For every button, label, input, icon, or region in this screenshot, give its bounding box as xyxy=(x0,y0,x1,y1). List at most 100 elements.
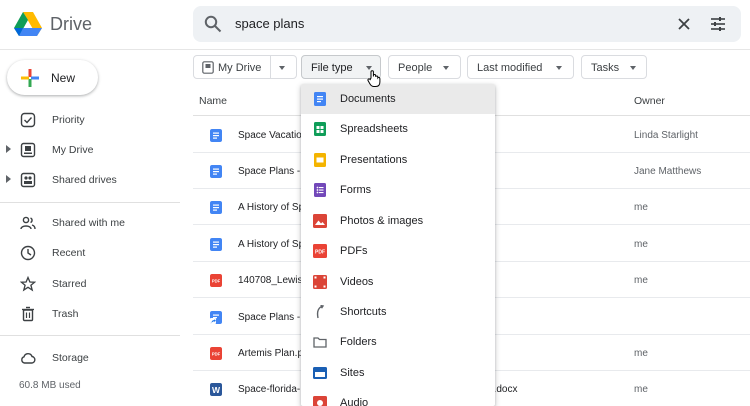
presentation-icon xyxy=(314,153,326,167)
image-icon xyxy=(313,214,327,228)
sidebar-item-storage[interactable]: Storage xyxy=(0,345,180,371)
file-owner: Jane Matthews xyxy=(634,166,702,177)
file-owner: me xyxy=(634,348,648,359)
app-title: Drive xyxy=(50,14,93,34)
storage-used-text: 60.8 MB used xyxy=(19,380,81,391)
people-filter-chip[interactable]: People xyxy=(388,55,461,79)
word-file-icon: W xyxy=(210,383,222,396)
menu-item-audio[interactable]: Audio xyxy=(301,388,495,406)
sidebar-item-label: Shared with me xyxy=(52,217,125,229)
google-doc-icon xyxy=(210,129,222,142)
menu-item-sites[interactable]: Sites xyxy=(301,358,495,388)
menu-item-shortcuts[interactable]: Shortcuts xyxy=(301,297,495,327)
tasks-filter-chip[interactable]: Tasks xyxy=(581,55,647,79)
svg-text:PDF: PDF xyxy=(212,352,221,357)
expand-caret-icon[interactable] xyxy=(6,175,11,183)
sidebar-item-trash[interactable]: Trash xyxy=(0,301,180,327)
cloud-icon xyxy=(21,353,36,364)
menu-item-pdfs[interactable]: PDF PDFs xyxy=(301,236,495,266)
google-doc-icon xyxy=(210,201,222,214)
menu-item-presentations[interactable]: Presentations xyxy=(301,145,495,175)
shared-drives-icon xyxy=(20,172,36,188)
sidebar-item-my-drive[interactable]: My Drive xyxy=(0,137,180,163)
menu-item-label: Forms xyxy=(340,184,372,196)
chevron-down-icon xyxy=(443,66,449,70)
menu-item-folders[interactable]: Folders xyxy=(301,327,495,357)
menu-item-spreadsheets[interactable]: Spreadsheets xyxy=(301,114,495,144)
chevron-down-icon[interactable] xyxy=(279,66,285,70)
tasks-filter-label: Tasks xyxy=(591,62,620,74)
sidebar-item-label: Starred xyxy=(52,278,87,290)
sidebar-item-recent[interactable]: Recent xyxy=(0,240,180,266)
menu-item-documents[interactable]: Documents xyxy=(301,84,495,114)
document-icon xyxy=(314,92,326,106)
sidebar: New Priority My Drive Shared drives Shar… xyxy=(0,50,180,406)
pdf-file-icon: PDF xyxy=(210,347,222,360)
plus-icon xyxy=(21,69,39,87)
file-name: 140708_Lewis xyxy=(238,275,303,286)
column-header-name[interactable]: Name xyxy=(199,95,227,107)
chevron-down-icon xyxy=(630,66,636,70)
menu-item-forms[interactable]: Forms xyxy=(301,175,495,205)
sidebar-divider xyxy=(0,335,180,336)
file-name: Space-florida- xyxy=(238,384,301,395)
star-icon xyxy=(20,276,36,292)
expand-caret-icon[interactable] xyxy=(6,145,11,153)
last-modified-filter-chip[interactable]: Last modified xyxy=(467,55,574,79)
sidebar-item-label: Recent xyxy=(52,247,86,259)
search-icon[interactable] xyxy=(204,15,222,33)
pdf-file-icon: PDF xyxy=(210,274,222,287)
audio-icon xyxy=(313,396,327,406)
menu-item-photos-images[interactable]: Photos & images xyxy=(301,206,495,236)
new-button-label: New xyxy=(51,71,76,85)
sidebar-item-shared-with-me[interactable]: Shared with me xyxy=(0,210,180,236)
chip-divider xyxy=(270,56,271,78)
location-filter-label: My Drive xyxy=(218,62,262,74)
folder-icon xyxy=(313,337,327,348)
sidebar-item-label: Trash xyxy=(52,308,79,320)
menu-item-label: Audio xyxy=(340,397,369,406)
last-modified-filter-label: Last modified xyxy=(477,62,543,74)
file-owner: me xyxy=(634,239,648,250)
clear-search-icon[interactable] xyxy=(676,16,692,32)
file-name: Space Plans - xyxy=(238,166,301,177)
top-bar: Drive space plans xyxy=(0,0,750,50)
menu-item-label: PDFs xyxy=(340,245,368,257)
menu-item-label: Folders xyxy=(340,336,377,348)
svg-text:PDF: PDF xyxy=(212,279,221,284)
drive-logo-icon[interactable] xyxy=(14,11,42,37)
sidebar-item-label: My Drive xyxy=(52,144,94,156)
search-input[interactable]: space plans xyxy=(235,16,304,31)
hand-cursor-icon xyxy=(367,70,381,87)
pdf-icon: PDF xyxy=(313,244,327,258)
file-name: Space Vacatio xyxy=(238,130,302,141)
column-header-owner[interactable]: Owner xyxy=(634,95,665,107)
menu-item-label: Presentations xyxy=(340,154,408,166)
menu-item-label: Spreadsheets xyxy=(340,123,408,135)
search-options-icon[interactable] xyxy=(709,15,727,33)
menu-item-label: Photos & images xyxy=(340,215,424,227)
search-bar[interactable]: space plans xyxy=(193,6,741,42)
sidebar-item-priority[interactable]: Priority xyxy=(0,107,180,133)
google-doc-icon xyxy=(210,165,222,178)
sidebar-item-label: Storage xyxy=(52,352,89,364)
new-button[interactable]: New xyxy=(7,60,98,95)
sidebar-item-shared-drives[interactable]: Shared drives xyxy=(0,167,180,193)
file-name: Artemis Plan.p xyxy=(238,348,304,359)
trash-icon xyxy=(22,306,34,322)
shortcut-doc-icon xyxy=(210,311,222,324)
file-name: A History of Sp xyxy=(238,202,305,213)
file-type-menu: Documents Spreadsheets Presentations For… xyxy=(301,84,495,406)
file-owner: Linda Starlight xyxy=(634,130,698,141)
my-drive-icon xyxy=(202,61,214,74)
menu-item-label: Videos xyxy=(340,276,374,288)
location-filter-chip[interactable]: My Drive xyxy=(193,55,297,79)
video-icon xyxy=(313,275,327,289)
my-drive-icon xyxy=(20,142,36,158)
sidebar-item-label: Priority xyxy=(52,114,85,126)
people-filter-label: People xyxy=(398,62,433,74)
form-icon xyxy=(314,183,326,197)
file-owner: me xyxy=(634,202,648,213)
sidebar-item-starred[interactable]: Starred xyxy=(0,271,180,297)
menu-item-videos[interactable]: Videos xyxy=(301,267,495,297)
